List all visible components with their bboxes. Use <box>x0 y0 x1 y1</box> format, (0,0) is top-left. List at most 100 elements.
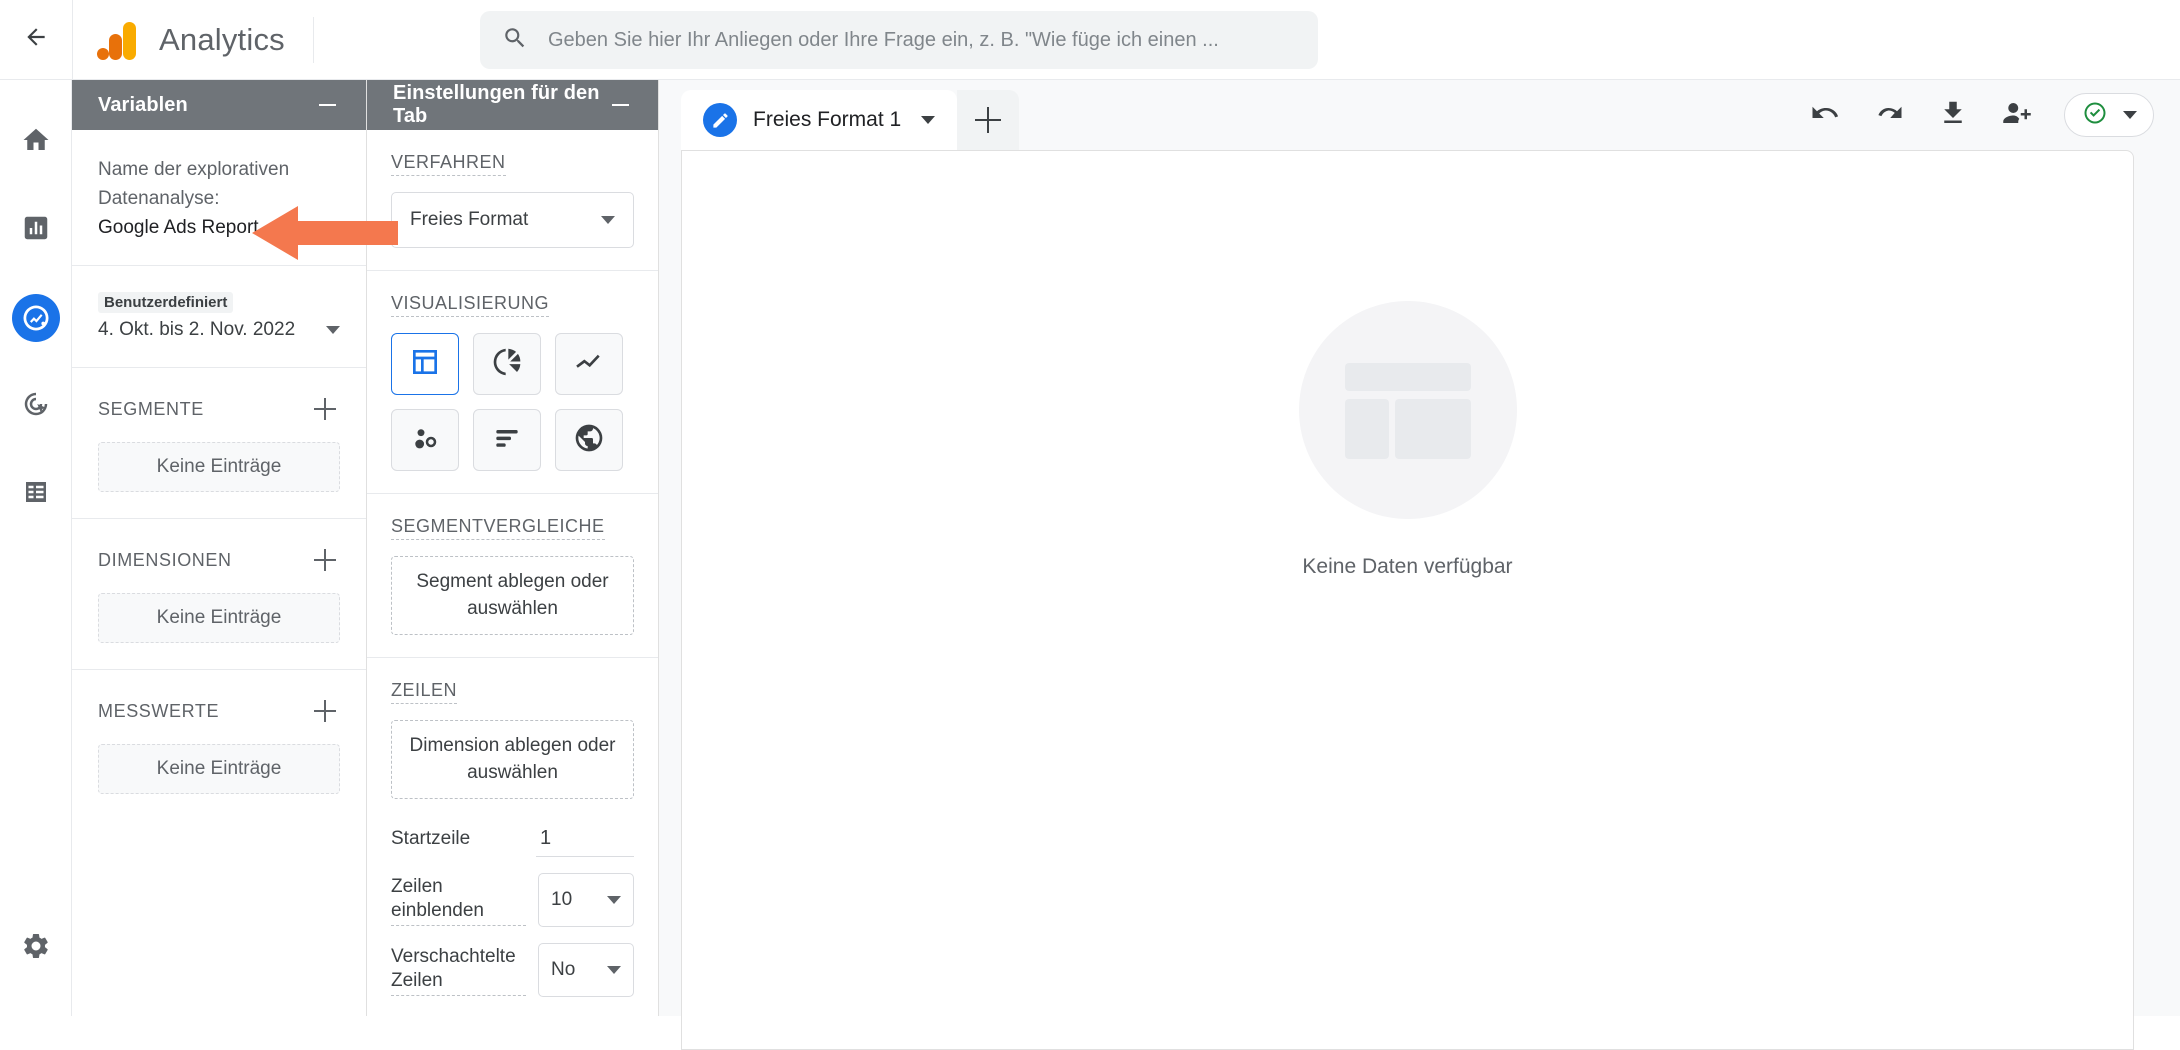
chevron-down-icon <box>2123 111 2137 119</box>
segment-comparison-section: SEGMENTVERGLEICHE Segment ablegen oder a… <box>367 494 658 659</box>
chevron-down-icon <box>607 896 621 905</box>
sidebar-item-explore[interactable] <box>0 286 72 350</box>
bar-chart-icon <box>491 422 523 459</box>
segments-title: SEGMENTE <box>98 398 204 419</box>
minimize-icon[interactable] <box>314 92 340 118</box>
share-user-icon <box>2002 98 2032 133</box>
download-icon <box>1938 98 1968 133</box>
nested-rows-field: Verschachtelte Zeilen No <box>391 943 634 998</box>
back-button[interactable] <box>0 0 72 80</box>
share-button[interactable] <box>2000 98 2034 132</box>
arrow-left-icon <box>23 24 49 55</box>
redo-icon <box>1874 98 1904 133</box>
explore-icon <box>12 294 60 342</box>
chevron-down-icon[interactable] <box>921 116 936 124</box>
add-tab-button[interactable] <box>957 90 1020 150</box>
show-rows-field: Zeilen einblenden 10 <box>391 873 634 928</box>
sidebar-item-reports[interactable] <box>0 198 72 262</box>
nested-rows-label: Verschachtelte Zeilen <box>391 945 526 997</box>
dimensions-empty-state[interactable]: Keine Einträge <box>98 593 340 643</box>
show-rows-value: 10 <box>551 889 573 911</box>
variables-body: Name der explorativen Datenanalyse: Goog… <box>72 130 366 1016</box>
metrics-section: MESSWERTE Keine Einträge <box>72 670 366 820</box>
technique-section: VERFAHREN Freies Format <box>367 130 658 271</box>
exploration-name-section: Name der explorativen Datenanalyse: Goog… <box>72 130 366 266</box>
tab-settings-panel: Einstellungen für den Tab VERFAHREN Frei… <box>367 80 659 1016</box>
search-icon <box>502 25 528 56</box>
left-nav-rail <box>0 80 72 1016</box>
gear-icon <box>21 931 51 966</box>
date-range-chip: Benutzerdefiniert <box>98 292 234 313</box>
sidebar-item-advertising[interactable] <box>0 374 72 438</box>
segments-empty-state[interactable]: Keine Einträge <box>98 442 340 492</box>
empty-table-placeholder-icon <box>1298 301 1517 519</box>
undo-icon <box>1810 98 1840 133</box>
pencil-circle-icon <box>703 103 737 137</box>
viz-free-form-table[interactable] <box>391 333 459 395</box>
metrics-empty-state[interactable]: Keine Einträge <box>98 744 340 794</box>
exploration-name-value[interactable]: Google Ads Report <box>98 217 340 239</box>
viz-bar-chart[interactable] <box>473 409 541 471</box>
tab-actions <box>1808 80 2154 150</box>
exploration-name-label: Name der explorativen Datenanalyse: <box>98 159 290 209</box>
start-row-field: Startzeile 1 <box>391 821 634 858</box>
visualization-section: VISUALISIERUNG <box>367 271 658 494</box>
search-input[interactable] <box>548 28 1296 52</box>
technique-select[interactable]: Freies Format <box>391 192 634 248</box>
save-status-button[interactable] <box>2064 93 2154 137</box>
show-rows-select[interactable]: 10 <box>538 873 634 928</box>
add-segment-button[interactable] <box>310 394 340 424</box>
advertising-target-icon <box>21 389 51 424</box>
add-metric-button[interactable] <box>310 696 340 726</box>
variables-panel-header: Variablen <box>72 80 366 130</box>
redo-button[interactable] <box>1872 98 1906 132</box>
chevron-down-icon <box>607 966 621 975</box>
sidebar-item-configure[interactable] <box>0 462 72 526</box>
viz-geo-map[interactable] <box>555 409 623 471</box>
date-range-section: Benutzerdefiniert 4. Okt. bis 2. Nov. 20… <box>72 266 366 368</box>
divider <box>312 16 314 63</box>
brand[interactable]: Analytics <box>73 20 285 60</box>
sidebar-item-home[interactable] <box>0 110 72 174</box>
viz-line-chart[interactable] <box>555 333 623 395</box>
tab-settings-body: VERFAHREN Freies Format VISUALISIERUNG S… <box>367 130 658 1016</box>
rows-dropzone[interactable]: Dimension ablegen oder auswählen <box>391 720 634 800</box>
brand-title: Analytics <box>159 21 285 57</box>
add-dimension-button[interactable] <box>310 545 340 575</box>
segments-section: SEGMENTE Keine Einträge <box>72 368 366 519</box>
line-chart-icon <box>573 346 605 383</box>
date-range-selector[interactable]: 4. Okt. bis 2. Nov. 2022 <box>98 319 340 341</box>
search-box[interactable] <box>480 11 1318 69</box>
nested-rows-select[interactable]: No <box>538 943 634 998</box>
viz-donut-chart[interactable] <box>473 333 541 395</box>
dimensions-section: DIMENSIONEN Keine Einträge <box>72 519 366 670</box>
google-analytics-logo <box>97 20 139 60</box>
viz-scatter-plot[interactable] <box>391 409 459 471</box>
variables-panel: Variablen Name der explorativen Datenana… <box>72 80 367 1016</box>
segment-comparison-label: SEGMENTVERGLEICHE <box>391 516 605 540</box>
metrics-title: MESSWERTE <box>98 700 220 721</box>
empty-state-text: Keine Daten verfügbar <box>1302 555 1513 578</box>
sidebar-item-admin[interactable] <box>0 916 72 980</box>
technique-value: Freies Format <box>410 209 529 230</box>
search-container <box>480 11 1318 69</box>
visualization-label: VISUALISIERUNG <box>391 293 550 317</box>
tab-bar: Freies Format 1 <box>659 80 2180 150</box>
check-circle-icon <box>2081 99 2109 132</box>
chevron-down-icon <box>326 326 340 334</box>
undo-button[interactable] <box>1808 98 1842 132</box>
minimize-icon[interactable] <box>609 92 632 118</box>
chevron-down-icon <box>601 216 615 224</box>
tab-freies-format-1[interactable]: Freies Format 1 <box>681 90 958 150</box>
top-bar: Analytics <box>0 0 2180 80</box>
configure-list-icon <box>21 477 51 512</box>
start-row-input[interactable]: 1 <box>536 821 634 858</box>
segment-dropzone[interactable]: Segment ablegen oder auswählen <box>391 556 634 636</box>
main-canvas-area: Freies Format 1 Keine Daten verfügbar <box>659 80 2180 1050</box>
rows-label: ZEILEN <box>391 680 458 705</box>
nested-rows-value: No <box>551 959 576 981</box>
report-canvas: Keine Daten verfügbar <box>681 150 2134 1050</box>
download-button[interactable] <box>1936 98 1970 132</box>
scatter-plot-icon <box>409 422 441 459</box>
date-range-value: 4. Okt. bis 2. Nov. 2022 <box>98 319 296 340</box>
